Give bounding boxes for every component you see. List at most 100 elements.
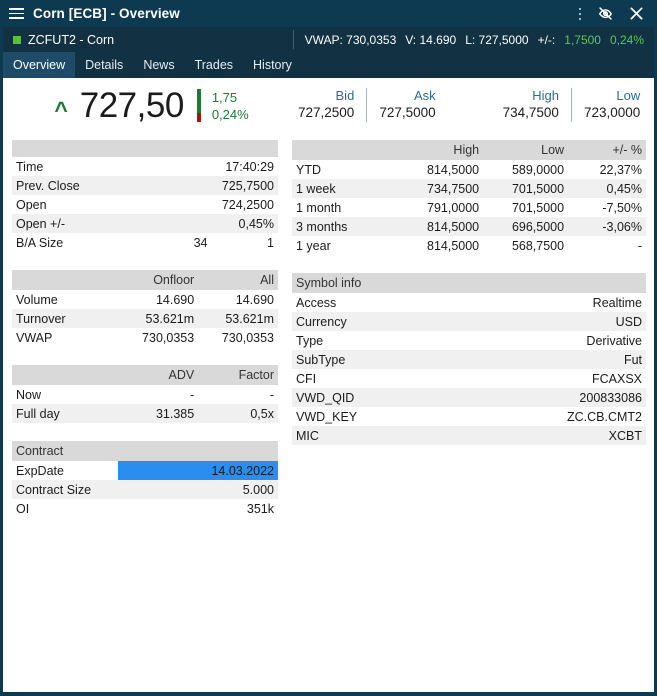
table-row[interactable]: Currency USD — [292, 312, 646, 331]
symbol-bar: ZCFUT2 - Corn VWAP: 730,0353 V: 14.690 L… — [3, 27, 654, 52]
bid-value: 727,2500 — [298, 105, 355, 121]
table-row[interactable]: Volume 14.690 14.690 — [12, 290, 278, 309]
table-row[interactable]: MIC XCBT — [292, 426, 646, 445]
table-row[interactable]: Contract Size 5.000 — [12, 480, 278, 499]
session-header-mid — [145, 140, 212, 157]
ask-value: 727,5000 — [379, 105, 436, 121]
row-high: 814,5000 — [391, 236, 484, 255]
table-row[interactable]: OI 351k — [12, 499, 278, 518]
more-vertical-icon[interactable] — [579, 6, 583, 22]
tab-overview[interactable]: Overview — [3, 52, 76, 78]
symbol-info-title: Symbol info — [292, 273, 646, 293]
table-row[interactable]: Open +/- 0,45% — [12, 214, 278, 233]
table-row[interactable]: 3 months 814,5000 696,5000 -3,06% — [292, 217, 646, 236]
right-column: High Low +/- % YTD 814,5000 589,0000 22,… — [286, 140, 654, 518]
table-row[interactable]: Time 17:40:29 — [12, 157, 278, 176]
high-value: 734,7500 — [502, 105, 559, 121]
low-label: Low — [616, 88, 641, 103]
tab-news[interactable]: News — [133, 52, 184, 78]
row-value: ZC.CB.CMT2 — [433, 407, 646, 426]
row-high: 791,0000 — [391, 198, 484, 217]
table-row[interactable]: B/A Size 34 1 — [12, 233, 278, 252]
performance-table: High Low +/- % YTD 814,5000 589,0000 22,… — [292, 140, 646, 255]
quote-quadrants: Bid 727,2500 Ask 727,5000 High 734,7500 — [286, 88, 654, 122]
row-label: Currency — [292, 312, 434, 331]
perf-header-change: +/- % — [568, 140, 646, 160]
row-value: 17:40:29 — [211, 157, 278, 176]
table-row[interactable]: Type Derivative — [292, 331, 646, 350]
price-change-block: 1,75 0,24% — [212, 88, 249, 123]
row-value: 725,7500 — [211, 176, 278, 195]
table-row[interactable]: YTD 814,5000 589,0000 22,37% — [292, 160, 646, 179]
bid-label: Bid — [335, 88, 355, 103]
row-mid: - — [118, 385, 199, 404]
ask-cell: Ask 727,5000 — [366, 88, 436, 122]
tab-history[interactable]: History — [243, 52, 302, 78]
high-label: High — [532, 88, 559, 103]
price-change-abs: 1,75 — [211, 90, 238, 105]
table-row[interactable]: Prev. Close 725,7500 — [12, 176, 278, 195]
row-label: Time — [12, 157, 145, 176]
stat-change-pct: 0,24% — [609, 32, 644, 47]
close-icon[interactable] — [628, 5, 645, 22]
table-row[interactable]: VWD_QID 200833086 — [292, 388, 646, 407]
table-row[interactable]: Open 724,2500 — [12, 195, 278, 214]
overview-content: ^ 727,50 1,75 0,24% Bid 727,2500 Ask 727… — [3, 78, 654, 692]
row-low: 589,0000 — [483, 160, 569, 179]
stat-change-label: +/-: — [537, 32, 556, 47]
row-high: 814,5000 — [391, 160, 484, 179]
adv-header-label — [12, 365, 119, 385]
row-value: 200833086 — [433, 388, 646, 407]
volume-header-onfloor: Onfloor — [118, 270, 199, 290]
high-low-group: High 734,7500 Low 723,0000 — [491, 88, 641, 122]
row-value: 1 — [211, 233, 278, 252]
adv-header-factor: Factor — [198, 365, 278, 385]
expdate-value-selected[interactable]: 14.03.2022 — [118, 461, 278, 480]
table-header-row: High Low +/- % — [292, 140, 646, 160]
tab-details[interactable]: Details — [75, 52, 133, 78]
row-value: Realtime — [433, 293, 646, 312]
table-row[interactable]: Full day 31.385 0,5x — [12, 404, 278, 423]
panels: Time 17:40:29 Prev. Close 725,7500 Open — [3, 140, 654, 518]
table-row[interactable]: VWD_KEY ZC.CB.CMT2 — [292, 407, 646, 426]
perf-header-high: High — [391, 140, 484, 160]
price-header: ^ 727,50 1,75 0,24% Bid 727,2500 Ask 727… — [3, 78, 654, 140]
status-dot-icon — [13, 35, 21, 44]
table-row[interactable]: Turnover 53.621m 53.621m — [12, 309, 278, 328]
tab-trades[interactable]: Trades — [185, 52, 243, 78]
symbol-identity[interactable]: ZCFUT2 - Corn — [3, 33, 114, 47]
row-label: Contract Size — [12, 480, 119, 499]
session-header-label — [12, 140, 145, 157]
row-value: - — [198, 385, 278, 404]
hamburger-icon[interactable] — [9, 7, 24, 20]
table-row[interactable]: 1 week 734,7500 701,5000 0,45% — [292, 179, 646, 198]
table-row[interactable]: 1 month 791,0000 701,5000 -7,50% — [292, 198, 646, 217]
row-mid: 53.621m — [118, 309, 199, 328]
row-label: Turnover — [12, 309, 119, 328]
low-value: 723,0000 — [583, 105, 641, 121]
row-label: VWD_QID — [292, 388, 434, 407]
row-value: FCAXSX — [433, 369, 646, 388]
title-bar: Corn [ECB] - Overview — [3, 0, 654, 27]
table-row[interactable]: VWAP 730,0353 730,0353 — [12, 328, 278, 347]
table-row[interactable]: ExpDate 14.03.2022 — [12, 461, 278, 480]
row-high: 814,5000 — [391, 217, 484, 236]
table-row[interactable]: Access Realtime — [292, 293, 646, 312]
table-row[interactable]: 1 year 814,5000 568,7500 - — [292, 236, 646, 255]
table-row[interactable]: Now - - — [12, 385, 278, 404]
row-change: 22,37% — [568, 160, 646, 179]
row-value: Fut — [433, 350, 646, 369]
unlink-eye-slash-icon[interactable] — [597, 5, 614, 22]
row-value: Derivative — [433, 331, 646, 350]
table-row[interactable]: CFI FCAXSX — [292, 369, 646, 388]
row-label: Type — [292, 331, 434, 350]
row-label: Open — [12, 195, 145, 214]
application-window: Corn [ECB] - Overview ZCFUT2 - Corn VWAP… — [0, 0, 657, 696]
bid-ask-group: Bid 727,2500 Ask 727,5000 — [286, 88, 436, 122]
table-row[interactable]: SubType Fut — [292, 350, 646, 369]
symbol-info-table: Symbol info Access Realtime Currency USD… — [292, 273, 646, 445]
